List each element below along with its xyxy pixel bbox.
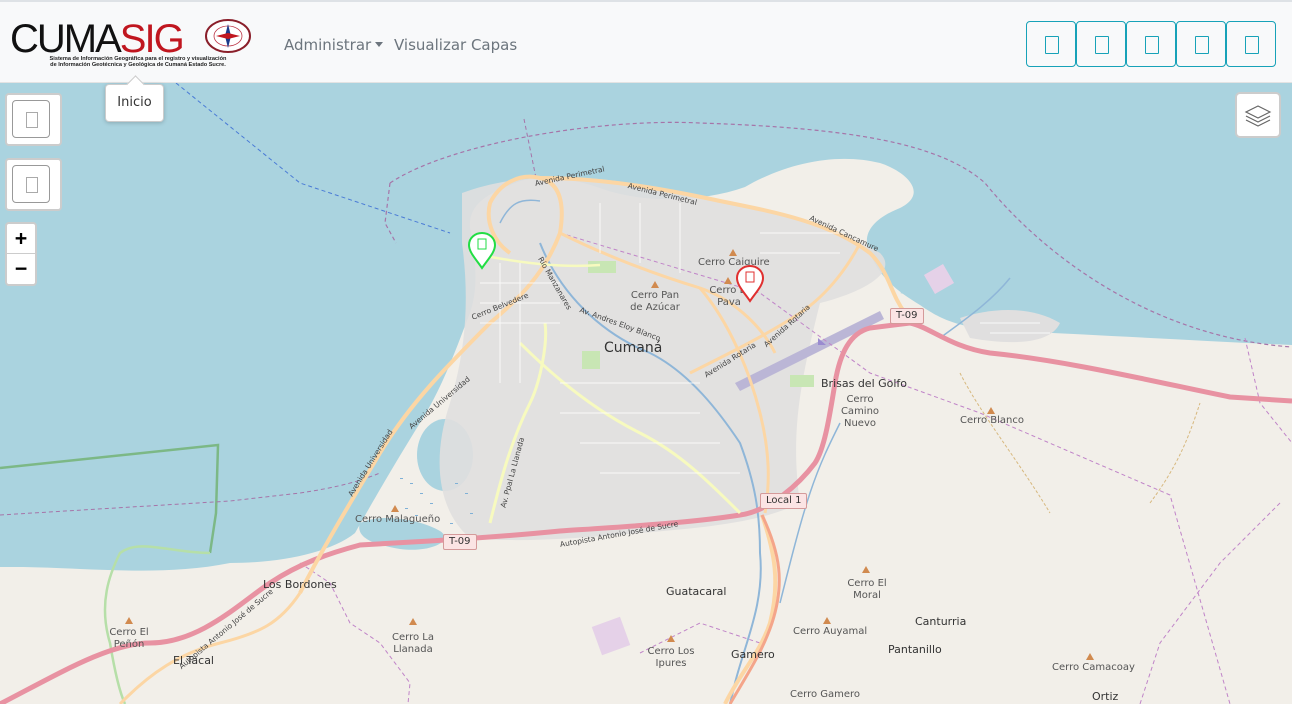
control-icon-frame <box>12 100 50 138</box>
control-icon-frame <box>12 165 50 203</box>
peak-label-auyamal: Cerro Auyamal <box>793 626 868 637</box>
tool-icon <box>1045 36 1059 54</box>
toolbar-button-3[interactable] <box>1126 21 1176 67</box>
peak-label-el-penon: Cerro El Peñón <box>109 627 149 650</box>
city-label-cumana: Cumaná <box>604 340 663 356</box>
navbar: CUMASIG Sistema de Información Geográfic… <box>0 0 1292 83</box>
tooltip-text: Inicio <box>117 95 152 110</box>
tool-icon <box>1195 36 1209 54</box>
toolbar-button-2[interactable] <box>1076 21 1126 67</box>
peak-label-cerro-blanco: Cerro Blanco <box>960 415 1024 426</box>
peak-icon <box>724 277 732 284</box>
seal-icon <box>205 19 251 53</box>
peak-icon <box>823 617 831 624</box>
place-label-pantanillo: Pantanillo <box>888 643 942 656</box>
caret-down-icon <box>375 42 384 47</box>
nav-administrar[interactable]: Administrar <box>284 36 384 54</box>
toolbar-button-5[interactable] <box>1226 21 1276 67</box>
map-control-button-1[interactable] <box>5 93 62 146</box>
map-view[interactable]: Cerro Caiguire Cerro El Pava Cerro Pan d… <box>0 83 1292 704</box>
control-icon <box>26 177 38 193</box>
peak-icon <box>391 505 399 512</box>
place-label-gamero: Gamero <box>731 648 775 661</box>
peak-label-el-moral: Cerro El Moral <box>847 578 887 601</box>
toolbar-button-1[interactable] <box>1026 21 1076 67</box>
peak-label-gamero: Cerro Gamero <box>790 689 861 700</box>
map-control-button-2[interactable] <box>5 158 62 211</box>
peak-icon <box>651 281 659 288</box>
brand-logo[interactable]: CUMASIG Sistema de Información Geográfic… <box>10 16 260 74</box>
peak-label-camino-nuevo: Cerro Camino Nuevo <box>840 394 880 429</box>
red-marker[interactable] <box>735 265 765 303</box>
brand-subtitle-line2: de Información Geotécnica y Geológica de… <box>50 62 226 68</box>
tool-icon <box>1245 36 1259 54</box>
tooltip-inicio: Inicio <box>105 84 164 122</box>
zoom-control: + − <box>5 222 37 286</box>
place-label-brisas-del-golfo: Brisas del Golfo <box>821 377 908 390</box>
green-marker[interactable] <box>467 232 497 270</box>
peak-icon <box>1086 653 1094 660</box>
peak-label-camacoay: Cerro Camacoay <box>1052 662 1135 673</box>
peak-icon <box>729 249 737 256</box>
route-shield: T-09 <box>890 308 924 324</box>
peak-label-pan-de-azucar: Cerro Pan de Azúcar <box>630 290 680 313</box>
peak-label-los-ipures: Cerro Los Ipures <box>647 646 695 669</box>
place-label-los-bordones: Los Bordones <box>263 578 337 591</box>
zoom-out-button[interactable]: − <box>7 254 35 284</box>
tool-icon <box>1145 36 1159 54</box>
peak-label-la-llanada: Cerro La Llanada <box>392 632 434 655</box>
brand-subtitle: Sistema de Información Geográfica para e… <box>13 56 263 68</box>
route-shield: Local 1 <box>760 493 808 509</box>
place-label-ortiz: Ortiz <box>1092 690 1119 703</box>
peak-icon <box>667 635 675 642</box>
map-tiles <box>0 83 1292 704</box>
layers-button[interactable] <box>1235 92 1281 138</box>
peak-icon <box>409 618 417 625</box>
place-label-canturria: Canturria <box>915 615 967 628</box>
layers-icon <box>1244 105 1272 127</box>
peak-icon <box>987 407 995 414</box>
nav-administrar-label: Administrar <box>284 36 372 54</box>
brand-title-part1: CUMA <box>10 17 122 61</box>
zoom-in-button[interactable]: + <box>7 224 35 254</box>
control-icon <box>26 112 38 128</box>
toolbar-button-4[interactable] <box>1176 21 1226 67</box>
place-label-guatacaral: Guatacaral <box>666 585 727 598</box>
nav-visualizar-capas[interactable]: Visualizar Capas <box>394 36 517 54</box>
peak-label-malagueno: Cerro Malagueño <box>355 514 441 525</box>
route-shield: T-09 <box>443 534 477 550</box>
nav-visualizar-capas-label: Visualizar Capas <box>394 36 518 54</box>
brand-title-part2: SIG <box>119 17 185 61</box>
peak-icon <box>125 617 133 624</box>
peak-icon <box>862 566 870 573</box>
tool-icon <box>1095 36 1109 54</box>
